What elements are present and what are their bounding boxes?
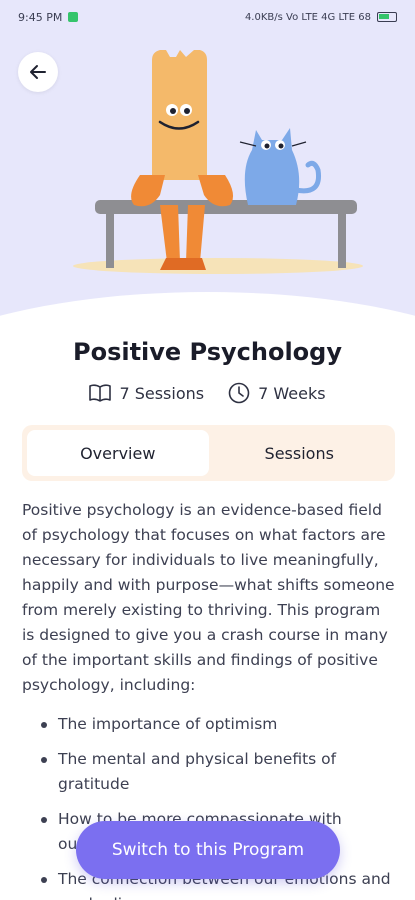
list-item: The mental and physical benefits of grat… [22, 747, 395, 797]
weeks-label: 7 Weeks [258, 383, 326, 403]
clock-icon [228, 382, 250, 404]
weeks-count: 7 Weeks [228, 382, 326, 404]
book-icon [89, 384, 112, 402]
program-meta: 7 Sessions 7 Weeks [0, 382, 415, 404]
overview-paragraph: Positive psychology is an evidence-based… [22, 501, 395, 694]
status-left: 9:45 PM [18, 10, 79, 24]
status-network-text: 4.0KB/s Vo LTE 4G LTE 68 [244, 11, 371, 23]
tab-overview[interactable]: Overview [27, 430, 209, 476]
status-bar: 9:45 PM 4.0KB/s Vo LTE 4G LTE 68 [0, 0, 415, 34]
list-item: The importance of optimism [22, 712, 395, 737]
status-right: 4.0KB/s Vo LTE 4G LTE 68 [245, 12, 397, 23]
program-title: Positive Psychology [72, 338, 342, 366]
switch-program-button[interactable]: Switch to this Program [76, 821, 340, 879]
back-button[interactable] [18, 52, 58, 92]
tab-sessions[interactable]: Sessions [209, 430, 391, 476]
notification-icon [68, 12, 79, 22]
program-tabs: Overview Sessions [22, 425, 395, 481]
battery-icon [377, 12, 397, 22]
status-time: 9:45 PM [18, 10, 63, 24]
hero-illustration [0, 0, 415, 360]
sessions-label: 7 Sessions [119, 383, 205, 403]
sessions-count: 7 Sessions [89, 383, 204, 403]
arrow-left-icon [30, 65, 46, 79]
